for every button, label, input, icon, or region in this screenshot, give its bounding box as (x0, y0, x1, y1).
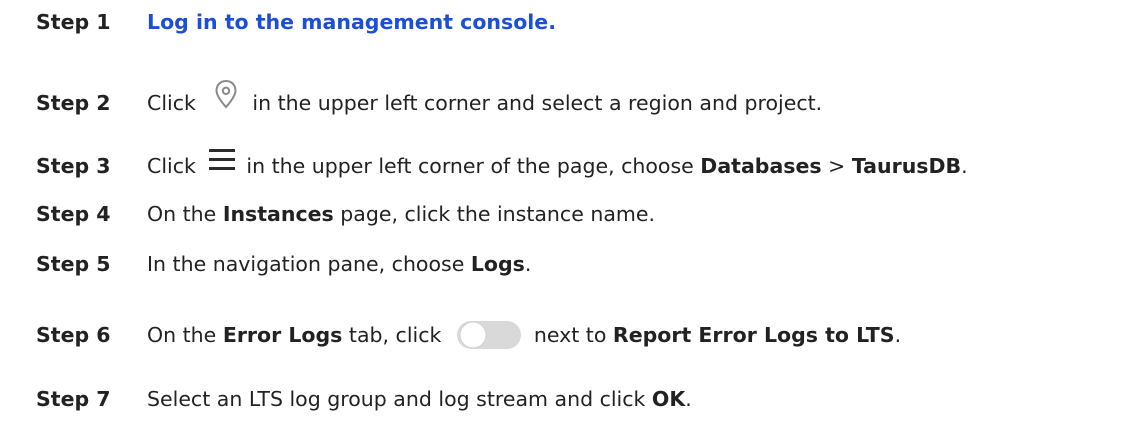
step-text: Click in the upper left corner of the pa… (147, 149, 968, 181)
step-label: Step 5 (36, 252, 111, 276)
taurusdb-menu-label: TaurusDB (851, 153, 962, 178)
text-segment: In the navigation pane, choose (147, 252, 471, 276)
step-5: Step 5 In the navigation pane, choose Lo… (36, 254, 1121, 275)
text-segment: next to (533, 322, 613, 347)
text-segment: tab, click (342, 322, 448, 347)
text-segment: On the (147, 322, 223, 347)
text-segment: page, click the instance name. (333, 202, 655, 226)
text-segment: Click (147, 153, 203, 178)
location-pin-icon (208, 77, 244, 113)
step-text: In the navigation pane, choose Logs . (147, 254, 531, 275)
step-7: Step 7 Select an LTS log group and log s… (36, 389, 1121, 410)
text-segment: . (524, 252, 532, 276)
instances-page-label: Instances (222, 202, 334, 226)
step-text: On the Error Logs tab, click next to Rep… (147, 317, 901, 353)
logs-menu-label: Logs (470, 252, 525, 276)
step-3: Step 3 Click in the upper left corner of… (36, 149, 1121, 181)
toggle-switch-off-icon (456, 317, 522, 353)
step-text: Select an LTS log group and log stream a… (147, 389, 692, 410)
step-2: Step 2 Click in the upper left corner an… (36, 79, 1121, 121)
databases-menu-label: Databases (700, 153, 822, 178)
text-segment: . (961, 153, 968, 178)
text-segment: . (685, 387, 692, 411)
ok-button-label: OK (651, 387, 686, 411)
step-label: Step 3 (36, 153, 111, 178)
step-6: Step 6 On the Error Logs tab, click next… (36, 317, 1121, 353)
report-error-logs-label: Report Error Logs to LTS (612, 322, 895, 347)
management-console-link[interactable]: Log in to the management console. (147, 12, 556, 33)
step-text: Click in the upper left corner and selec… (147, 79, 823, 121)
text-segment: > (821, 153, 852, 178)
step-label: Step 6 (36, 322, 111, 347)
step-label: Step 2 (36, 90, 111, 115)
step-4: Step 4 On the Instances page, click the … (36, 204, 1121, 225)
text-segment: On the (147, 202, 223, 226)
step-1: Step 1 Log in to the management console. (36, 12, 1121, 33)
step-label: Step 7 (36, 387, 111, 411)
step-label: Step 4 (36, 202, 111, 226)
text-segment: Click (147, 90, 203, 115)
text-segment: Select an LTS log group and log stream a… (147, 387, 652, 411)
step-text: On the Instances page, click the instanc… (147, 204, 655, 225)
text-segment: in the upper left corner and select a re… (252, 90, 823, 115)
text-segment: in the upper left corner of the page, ch… (246, 153, 701, 178)
step-text: Log in to the management console. (147, 12, 556, 33)
hamburger-menu-icon (208, 145, 236, 175)
text-segment: . (894, 322, 902, 347)
step-label: Step 1 (36, 10, 111, 34)
error-logs-tab-label: Error Logs (222, 322, 343, 347)
